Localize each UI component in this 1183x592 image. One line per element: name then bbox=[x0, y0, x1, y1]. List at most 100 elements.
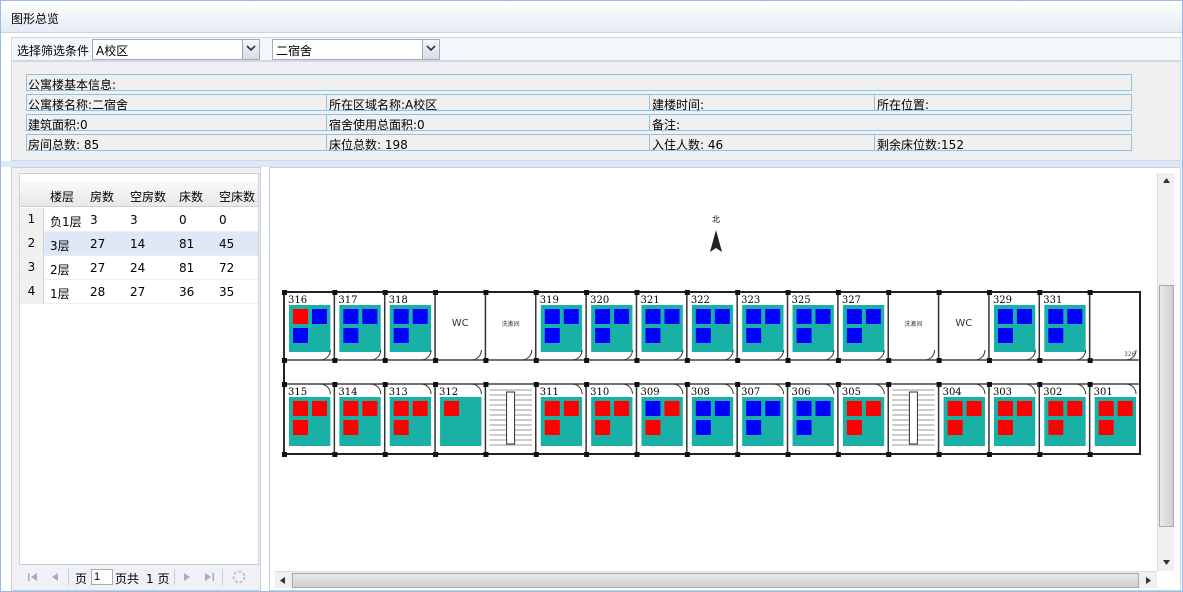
bed-occupied bbox=[1098, 420, 1114, 435]
room-number: 308 bbox=[691, 387, 710, 398]
wall-pillar bbox=[483, 290, 489, 295]
arrow-left-icon bbox=[280, 577, 285, 584]
cell-empty-rooms: 24 bbox=[130, 261, 146, 275]
bed-empty bbox=[412, 309, 428, 324]
door-arc bbox=[974, 383, 986, 395]
next-page-icon[interactable] bbox=[181, 571, 193, 583]
bed-occupied bbox=[865, 401, 881, 416]
door-arc bbox=[974, 349, 986, 361]
door-arc bbox=[622, 383, 633, 395]
door-arc bbox=[823, 383, 835, 395]
bed-occupied bbox=[997, 420, 1013, 435]
wall-pillar bbox=[986, 358, 992, 363]
room-number: 320 bbox=[590, 295, 609, 306]
floor-area: 建筑面积:0 bbox=[28, 118, 88, 132]
wall-pillar bbox=[785, 452, 791, 457]
building-combo-value: 二宿舍 bbox=[276, 44, 313, 58]
scroll-left-button[interactable] bbox=[275, 573, 290, 588]
vertical-scrollbar[interactable] bbox=[1157, 173, 1174, 571]
app-window: 图形总览 选择筛选条件 A校区 二宿舍 公寓楼基本信息: 公寓楼名称:二宿舍 所… bbox=[0, 0, 1183, 592]
last-page-icon[interactable] bbox=[203, 571, 215, 583]
room-number: 323 bbox=[741, 295, 760, 306]
bed-empty bbox=[1067, 309, 1083, 324]
scroll-right-button[interactable] bbox=[1141, 573, 1156, 588]
bed-occupied bbox=[393, 401, 409, 416]
bed-occupied bbox=[393, 420, 409, 435]
wall-pillar bbox=[634, 382, 640, 387]
bed-empty bbox=[293, 328, 308, 343]
cell-beds: 81 bbox=[179, 237, 195, 251]
wall-pillar bbox=[533, 382, 539, 387]
bed-occupied bbox=[595, 420, 611, 435]
building-combo[interactable]: 二宿舍 bbox=[272, 39, 440, 60]
bed-empty bbox=[765, 309, 781, 324]
col-floor[interactable]: 楼层 bbox=[50, 188, 74, 205]
table-row[interactable]: 1 负1层 3 3 0 0 bbox=[20, 208, 258, 232]
wall-pillar bbox=[634, 452, 640, 457]
occupants: 入住人数: 46 bbox=[652, 138, 724, 152]
first-page-icon[interactable] bbox=[27, 571, 39, 583]
bed-occupied bbox=[293, 420, 308, 435]
washroom-label: 洗漱间 bbox=[502, 320, 520, 328]
wc-label: WC bbox=[452, 318, 469, 329]
room-number: 301 bbox=[1094, 387, 1113, 398]
col-empty-beds[interactable]: 空床数 bbox=[219, 188, 255, 205]
horizontal-scroll-thumb[interactable] bbox=[292, 573, 1139, 588]
building-combo-trigger[interactable] bbox=[422, 40, 439, 59]
col-beds[interactable]: 床数 bbox=[179, 188, 203, 205]
building-name: 公寓楼名称:二宿舍 bbox=[28, 98, 129, 112]
cell-floor: 2层 bbox=[50, 263, 70, 277]
room-number: 309 bbox=[640, 387, 659, 398]
vertical-scroll-thumb[interactable] bbox=[1159, 285, 1174, 527]
cell-floor: 1层 bbox=[50, 287, 70, 301]
bed-occupied bbox=[293, 309, 308, 324]
wall-pillar bbox=[785, 290, 791, 295]
bed-empty bbox=[362, 309, 378, 324]
col-empty-rooms[interactable]: 空房数 bbox=[130, 188, 166, 205]
wall-pillar bbox=[584, 358, 590, 363]
bed-empty bbox=[695, 309, 711, 324]
wall-pillar bbox=[684, 382, 690, 387]
prev-page-icon[interactable] bbox=[49, 571, 61, 583]
room-number: 317 bbox=[338, 295, 357, 306]
wall-pillar bbox=[382, 382, 388, 387]
room-number: 311 bbox=[540, 387, 559, 398]
wall-pillar bbox=[332, 290, 338, 295]
table-row[interactable]: 3 2层 27 24 81 72 bbox=[20, 256, 258, 280]
cell-empty-beds: 45 bbox=[219, 237, 235, 251]
cell-empty-rooms: 3 bbox=[130, 213, 138, 227]
bed-empty bbox=[997, 328, 1013, 343]
room-number: 326 bbox=[1124, 351, 1136, 358]
refresh-icon[interactable] bbox=[231, 569, 247, 585]
cell-rooms: 27 bbox=[90, 237, 106, 251]
bed-occupied bbox=[846, 401, 862, 416]
campus-combo[interactable]: A校区 bbox=[92, 39, 260, 60]
bed-empty bbox=[846, 309, 862, 324]
horizontal-scrollbar[interactable] bbox=[275, 571, 1157, 588]
floorplan-panel: 北 316 317 318 WC 洗漱间 319 320 321 322 323 325 327 洗漱间 W… bbox=[269, 167, 1181, 591]
col-rooms[interactable]: 房数 bbox=[90, 188, 114, 205]
info-row: 房间总数: 85 床位总数: 198 入住人数: 46 剩余床位数:152 bbox=[26, 134, 1132, 152]
wall-pillar bbox=[735, 382, 741, 387]
bed-occupied bbox=[293, 401, 308, 416]
bed-occupied bbox=[544, 401, 560, 416]
cell-beds: 36 bbox=[179, 285, 195, 299]
wall-pillar bbox=[835, 290, 841, 295]
wall-pillar bbox=[735, 358, 741, 363]
wall-pillar bbox=[936, 452, 942, 457]
total-pages: 1 页 bbox=[146, 572, 170, 586]
wall-pillar bbox=[1087, 452, 1093, 457]
room-number: 325 bbox=[792, 295, 811, 306]
page-number-input[interactable] bbox=[91, 569, 113, 585]
campus-combo-value: A校区 bbox=[96, 44, 129, 58]
campus-combo-trigger[interactable] bbox=[242, 40, 259, 59]
wall-pillar bbox=[584, 452, 590, 457]
wall-pillar bbox=[433, 290, 439, 295]
scroll-down-button[interactable] bbox=[1159, 555, 1174, 570]
table-row[interactable]: 4 1层 28 27 36 35 bbox=[20, 280, 258, 304]
table-row[interactable]: 2 3层 27 14 81 45 bbox=[20, 232, 258, 256]
scroll-up-button[interactable] bbox=[1159, 173, 1174, 188]
info-heading-row: 公寓楼基本信息: bbox=[26, 74, 1132, 92]
build-time: 建楼时间: bbox=[652, 98, 705, 112]
usage-area: 宿舍使用总面积:0 bbox=[329, 118, 425, 132]
